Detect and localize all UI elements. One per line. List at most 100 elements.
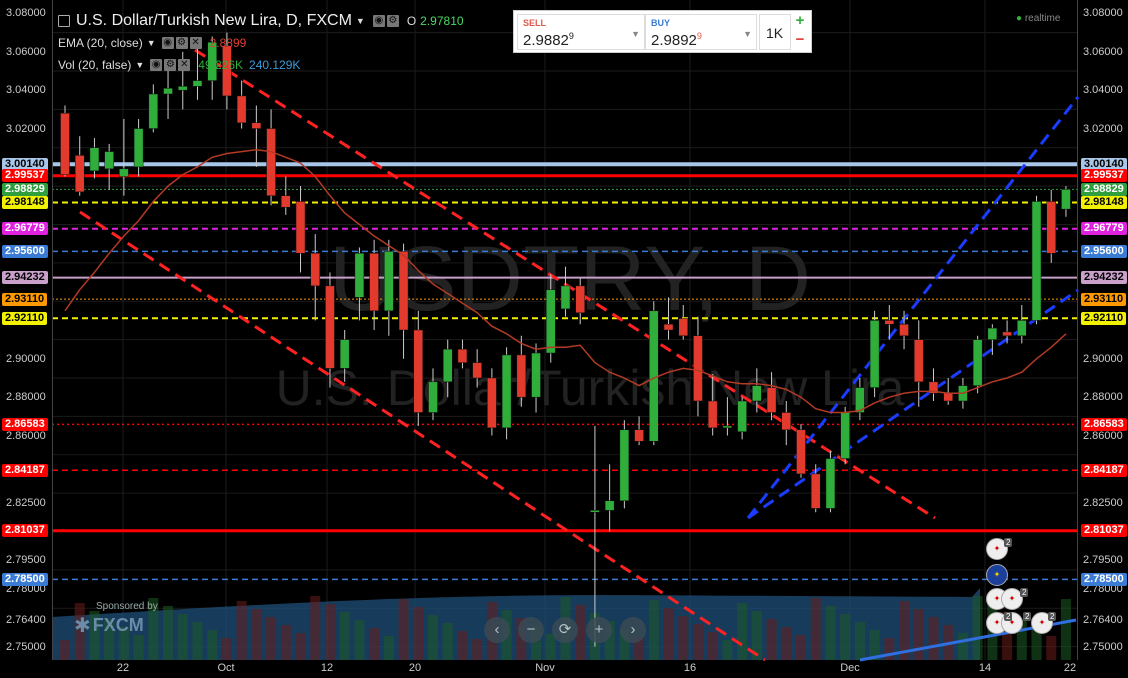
candle-body[interactable] [678,318,688,337]
price-level-tag[interactable]: 2.93110 [1081,292,1127,306]
candle-body[interactable] [737,400,747,432]
left-price-axis[interactable]: 3.08000 3.06000 3.04000 3.02000 2.90000 2.880… [0,0,53,660]
gear-icon[interactable]: ⚙ [175,37,188,49]
price-level-tag[interactable]: 2.92110 [2,311,48,325]
candle-body[interactable] [1031,201,1042,321]
candle-body[interactable] [487,377,497,429]
zoom-in-button[interactable]: + [586,617,612,643]
candle-body[interactable] [119,168,129,177]
eye-icon[interactable]: ◉ [372,15,385,27]
candle-body[interactable] [987,327,998,340]
candle-body[interactable] [1061,189,1071,210]
quantity-field[interactable]: 1K [759,14,791,50]
right-price-axis[interactable]: 3.08000 3.06000 3.04000 3.02000 2.90000 2.880… [1077,0,1128,660]
ema-label[interactable]: EMA (20, close) [58,36,143,50]
candle-body[interactable] [810,473,821,509]
candle-body[interactable] [1046,201,1056,254]
candle-body[interactable] [1002,331,1012,337]
buy-button[interactable]: BUY 2.98929 ▼ [645,14,757,50]
chart-frame[interactable]: USDTRY, D U.S. Dollar/Turkish New Lira 3.… [0,0,1128,678]
buy-dropdown-icon[interactable]: ▼ [743,29,752,39]
candle-body[interactable] [634,429,644,442]
candle-body[interactable] [236,95,247,124]
gear-icon[interactable]: ⚙ [164,59,177,71]
price-level-tag[interactable]: 2.98829 [1081,182,1127,196]
candle-body[interactable] [472,362,482,379]
candle-body[interactable] [266,128,276,196]
symbol-chevron-down-icon[interactable]: ▼ [356,16,365,26]
price-level-tag[interactable]: 2.99537 [1081,169,1127,183]
price-level-tag[interactable]: 2.86583 [1081,417,1127,431]
candle-body[interactable] [251,122,262,129]
candle-body[interactable] [428,381,438,413]
candle-body[interactable] [619,429,630,502]
candle-body[interactable] [693,335,703,402]
quantity-plus-button[interactable]: + [793,13,807,29]
quantity-minus-button[interactable]: − [793,32,807,48]
candle-body[interactable] [325,285,335,369]
close-icon[interactable]: ✕ [189,37,202,49]
candle-body[interactable] [722,425,733,429]
candle-body[interactable] [369,253,379,312]
candle-body[interactable] [943,393,953,402]
price-level-tag[interactable]: 2.78500 [1081,572,1127,586]
candle-body[interactable] [840,412,850,459]
eye-icon[interactable]: ◉ [150,59,163,71]
candle-body[interactable] [74,155,85,193]
price-level-tag[interactable]: 2.95600 [1081,244,1127,258]
price-level-tag[interactable]: 2.99537 [2,169,48,183]
sell-dropdown-icon[interactable]: ▼ [631,29,640,39]
reset-chart-button[interactable]: ⟳ [552,617,578,643]
sell-button[interactable]: SELL 2.98829 ▼ [517,14,645,50]
plot-background[interactable] [52,0,1078,660]
price-level-tag[interactable]: 2.78500 [2,572,48,586]
candle-body[interactable] [60,112,70,175]
candle-body[interactable] [604,500,615,511]
candle-body[interactable] [339,339,350,369]
price-level-tag[interactable]: 2.81037 [2,524,48,538]
price-level-tag[interactable]: 2.98829 [2,182,48,196]
gear-icon[interactable]: ⚙ [386,15,399,27]
candle-body[interactable] [590,510,600,513]
candle-body[interactable] [884,320,895,325]
close-icon[interactable]: ✕ [178,59,191,71]
candle-body[interactable] [192,80,203,87]
candle-body[interactable] [310,253,320,287]
sponsor-badge[interactable]: Sponsored by ✱ FXCM [74,601,158,638]
price-level-tag[interactable]: 2.93110 [2,292,48,306]
symbol-title[interactable]: U.S. Dollar/Turkish New Lira, D, FXCM [76,12,352,30]
candle-body[interactable] [575,285,585,313]
candle-body[interactable] [796,429,806,475]
ema-chevron-icon[interactable]: ▼ [147,38,156,48]
hide-legend-icon[interactable] [58,15,70,27]
candle-body[interactable] [354,253,365,298]
eu-flag-icon[interactable]: ✦ [986,564,1008,586]
price-level-tag[interactable]: 2.86583 [2,417,48,431]
candle-body[interactable] [560,285,571,310]
price-level-tag[interactable]: 2.96779 [1081,222,1127,236]
price-level-tag[interactable]: 2.98148 [2,195,48,209]
candle-body[interactable] [398,251,409,331]
price-level-tag[interactable]: 2.92110 [1081,311,1127,325]
candle-body[interactable] [531,352,541,398]
candle-body[interactable] [914,339,924,383]
volume-label[interactable]: Vol (20, false) [58,58,131,72]
candle-body[interactable] [752,385,762,402]
eye-icon[interactable]: ◉ [161,37,174,49]
price-chart[interactable]: USDTRY, DU.S. Dollar/Turkish New Lira [0,0,1128,678]
candle-body[interactable] [163,88,173,95]
candle-body[interactable] [104,151,114,170]
zoom-out-button[interactable]: − [518,617,544,643]
scroll-right-button[interactable]: › [620,617,646,643]
price-level-tag[interactable]: 2.98148 [1081,195,1127,209]
candle-body[interactable] [1017,320,1027,337]
price-level-tag[interactable]: 2.94232 [2,271,48,285]
candle-body[interactable] [384,251,394,312]
candle-body[interactable] [766,387,777,413]
candle-body[interactable] [178,86,188,91]
candle-body[interactable] [972,339,983,386]
volume-chevron-icon[interactable]: ▼ [135,60,144,70]
candle-body[interactable] [442,348,453,383]
candle-body[interactable] [148,93,159,129]
candle-body[interactable] [413,329,424,413]
